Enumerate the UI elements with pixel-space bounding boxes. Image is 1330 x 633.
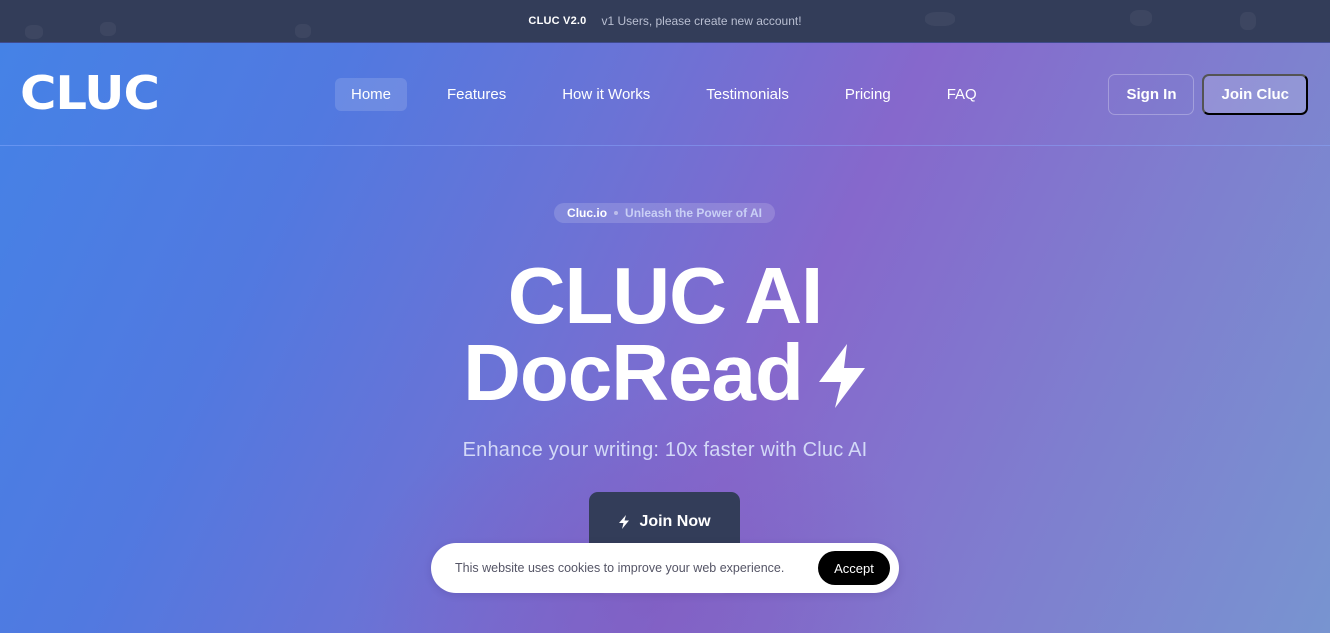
headline-line-1: CLUC AI xyxy=(507,251,823,340)
nav-links: Home Features How it Works Testimonials … xyxy=(335,78,1017,111)
lightning-bolt-icon xyxy=(619,515,630,529)
pill-separator-dot xyxy=(614,211,619,215)
version-badge: CLUC V2.0 xyxy=(528,15,587,27)
pill-tagline: Unleash the Power of AI xyxy=(625,206,762,220)
nav-link-how-it-works[interactable]: How it Works xyxy=(546,78,666,111)
pill-brand: Cluc.io xyxy=(567,206,608,220)
tagline-pill: Cluc.io Unleash the Power of AI xyxy=(554,203,775,223)
nav-link-pricing[interactable]: Pricing xyxy=(829,78,907,111)
join-cluc-button[interactable]: Join Cluc xyxy=(1202,74,1308,115)
top-navigation: CLUC Home Features How it Works Testimon… xyxy=(0,43,1330,146)
join-now-label: Join Now xyxy=(639,513,711,530)
nav-link-testimonials[interactable]: Testimonials xyxy=(690,78,805,111)
sign-in-button[interactable]: Sign In xyxy=(1108,74,1195,115)
lightning-bolt-icon xyxy=(817,343,867,408)
cookie-banner: This website uses cookies to improve you… xyxy=(431,543,899,593)
logo[interactable]: CLUC xyxy=(20,67,160,119)
decorative-blob xyxy=(295,24,311,38)
accept-cookies-button[interactable]: Accept xyxy=(818,551,890,585)
nav-link-features[interactable]: Features xyxy=(431,78,522,111)
decorative-blob xyxy=(100,22,116,36)
decorative-blob xyxy=(925,12,955,26)
nav-link-faq[interactable]: FAQ xyxy=(931,78,993,111)
decorative-blob xyxy=(25,25,43,39)
headline-line-2-text: DocRead xyxy=(463,328,804,417)
nav-link-home[interactable]: Home xyxy=(335,78,408,111)
decorative-blob xyxy=(1130,10,1152,26)
hero-subtitle: Enhance your writing: 10x faster with Cl… xyxy=(462,439,868,461)
cookie-message: This website uses cookies to improve you… xyxy=(455,561,785,575)
decorative-blob xyxy=(1240,12,1256,30)
announcement-message: v1 Users, please create new account! xyxy=(601,14,802,28)
nav-actions: Sign In Join Cluc xyxy=(1108,74,1308,115)
headline-line-2: DocRead xyxy=(0,333,1330,413)
announcement-bar: CLUC V2.0 v1 Users, please create new ac… xyxy=(0,0,1330,43)
